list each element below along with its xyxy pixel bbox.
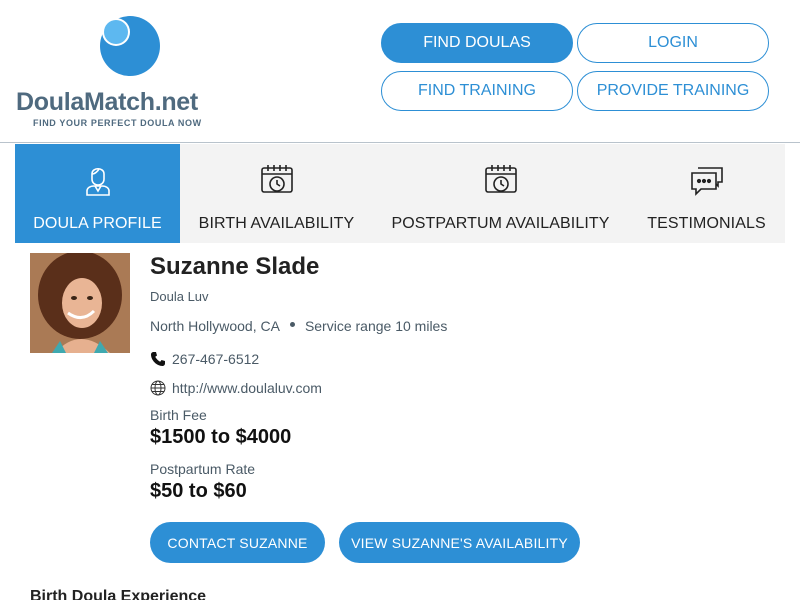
- experience-section-title: Birth Doula Experience: [30, 588, 207, 600]
- logo-tagline: FIND YOUR PERFECT DOULA NOW: [33, 118, 202, 128]
- phone-number[interactable]: 267-467-6512: [172, 351, 259, 367]
- tab-doula-profile[interactable]: DOULA PROFILE: [15, 144, 180, 243]
- tab-label: POSTPARTUM AVAILABILITY: [391, 215, 610, 232]
- tab-label: TESTIMONIALS: [647, 215, 766, 232]
- service-range-text: Service range 10 miles: [304, 318, 448, 334]
- website-link[interactable]: http://www.doulaluv.com: [172, 380, 322, 396]
- contact-doula-button[interactable]: CONTACT SUZANNE: [150, 522, 325, 563]
- calendar-clock-icon: [484, 165, 517, 193]
- postpartum-rate-label: Postpartum Rate: [150, 461, 256, 477]
- doula-person-icon: [85, 167, 110, 196]
- postpartum-rate-value: $50 to $60: [150, 480, 247, 502]
- logo-tld: .net: [154, 88, 199, 116]
- location-line: North Hollywood, CA Service range 10 mil…: [150, 318, 447, 334]
- site-header: DoulaMatch.net FIND YOUR PERFECT DOULA N…: [0, 0, 800, 143]
- tab-label: DOULA PROFILE: [33, 215, 162, 232]
- find-training-button[interactable]: FIND TRAINING: [381, 71, 573, 111]
- login-button[interactable]: LOGIN: [577, 23, 769, 63]
- separator-dot: [289, 321, 295, 327]
- find-doulas-button[interactable]: FIND DOULAS: [381, 23, 573, 63]
- website-row[interactable]: http://www.doulaluv.com: [150, 380, 322, 396]
- birth-fee-value: $1500 to $4000: [150, 426, 292, 448]
- tab-birth-availability[interactable]: BIRTH AVAILABILITY: [180, 144, 373, 243]
- logo-brand: DoulaMatch: [16, 88, 155, 116]
- site-logo[interactable]: DoulaMatch.net FIND YOUR PERFECT DOULA N…: [16, 10, 226, 134]
- view-availability-button[interactable]: VIEW SUZANNE'S AVAILABILITY: [339, 522, 580, 563]
- chat-bubbles-icon: [690, 167, 723, 196]
- birth-fee-label: Birth Fee: [150, 407, 207, 423]
- business-name: Doula Luv: [150, 289, 209, 304]
- globe-icon: [150, 380, 166, 396]
- phone-row[interactable]: 267-467-6512: [150, 351, 259, 367]
- location-text: North Hollywood, CA: [150, 318, 280, 334]
- profile-tabs: DOULA PROFILE BIRTH AVAILABILITY POSTPAR…: [15, 144, 785, 243]
- provide-training-button[interactable]: PROVIDE TRAINING: [577, 71, 769, 111]
- profile-photo-image: [30, 253, 130, 353]
- calendar-clock-icon: [260, 165, 293, 193]
- phone-icon: [151, 352, 165, 366]
- profile-photo: [30, 253, 130, 353]
- tab-testimonials[interactable]: TESTIMONIALS: [628, 144, 785, 243]
- logo-mark-icon: [100, 16, 160, 76]
- doula-name: Suzanne Slade: [150, 253, 320, 280]
- logo-wordmark: DoulaMatch.net: [16, 88, 198, 117]
- tab-label: BIRTH AVAILABILITY: [198, 215, 355, 232]
- tab-postpartum-availability[interactable]: POSTPARTUM AVAILABILITY: [373, 144, 628, 243]
